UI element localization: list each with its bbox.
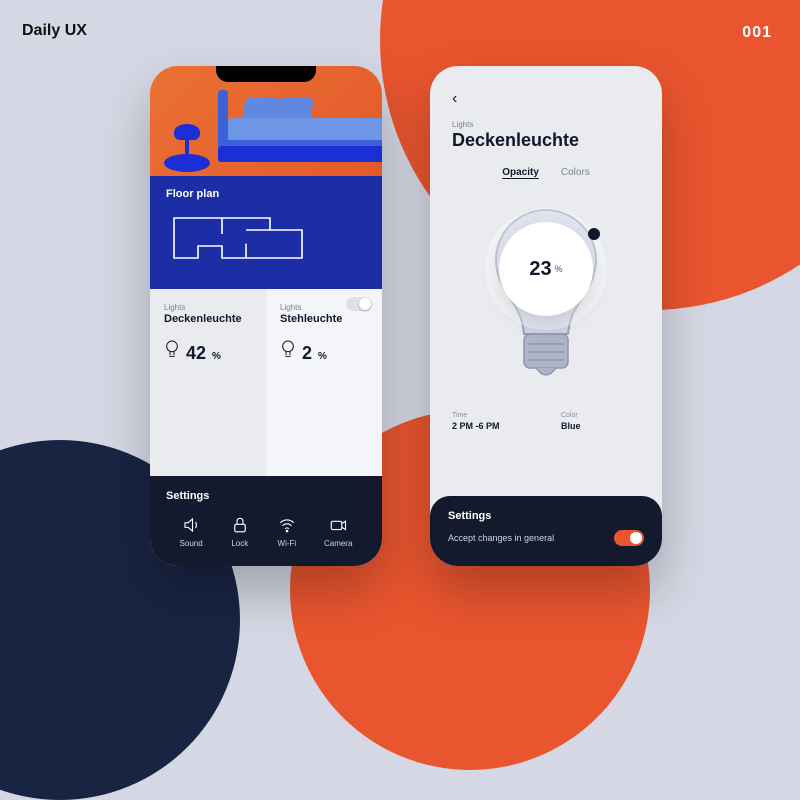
floorplan-section[interactable]: Floor plan — [150, 176, 382, 289]
phone-notch — [216, 66, 316, 82]
light-unit: % — [212, 351, 221, 362]
light-card-deckenleuchte[interactable]: Lights Deckenleuchte 42 % — [150, 289, 266, 476]
light-toggle[interactable] — [346, 297, 372, 311]
camera-icon — [328, 516, 348, 534]
floorplan-icon — [166, 208, 326, 268]
settings-item-lock[interactable]: Lock — [230, 516, 250, 548]
accept-label: Accept changes in general — [448, 533, 554, 543]
opacity-dial[interactable]: 23 % — [499, 222, 593, 316]
detail-title: Deckenleuchte — [452, 130, 640, 151]
settings-label: Settings — [448, 510, 644, 522]
phone-home: Floor plan Lights Deckenleuchte 42 % Lig… — [150, 66, 382, 566]
settings-item-camera[interactable]: Camera — [324, 516, 352, 548]
detail-settings-panel: Settings Accept changes in general — [430, 496, 662, 566]
settings-label: Settings — [166, 490, 366, 502]
settings-item-wifi[interactable]: Wi-Fi — [277, 516, 297, 548]
phone-detail: ‹ Lights Deckenleuchte Opacity Colors 23… — [430, 66, 662, 566]
tab-colors[interactable]: Colors — [561, 167, 590, 178]
light-value: 2 — [302, 343, 312, 364]
light-name: Stehleuchte — [280, 313, 368, 325]
detail-category: Lights — [452, 120, 640, 129]
bulb-icon — [164, 339, 180, 359]
detail-meta: Time 2 PM -6 PM Color Blue — [430, 412, 662, 445]
dial-knob[interactable] — [588, 228, 600, 240]
sound-icon — [181, 516, 201, 534]
light-name: Deckenleuchte — [164, 313, 252, 325]
opacity-dial-area: 23 % — [430, 182, 662, 412]
wifi-icon — [277, 516, 297, 534]
tab-opacity[interactable]: Opacity — [502, 167, 539, 178]
page-title: Daily UX — [22, 22, 87, 40]
settings-panel: Settings Sound Lock Wi-Fi Camera — [150, 476, 382, 566]
accept-toggle[interactable] — [614, 530, 644, 546]
light-unit: % — [318, 351, 327, 362]
settings-item-sound[interactable]: Sound — [180, 516, 203, 548]
light-category: Lights — [164, 303, 252, 312]
opacity-value: 23 — [529, 258, 551, 281]
meta-time[interactable]: Time 2 PM -6 PM — [452, 412, 531, 431]
bulb-icon — [280, 339, 296, 359]
light-card-stehleuchte[interactable]: Lights Stehleuchte 2 % — [266, 289, 382, 476]
light-cards: Lights Deckenleuchte 42 % Lights Stehleu… — [150, 289, 382, 476]
tabs: Opacity Colors — [452, 167, 640, 178]
light-value: 42 — [186, 343, 206, 364]
lock-icon — [230, 516, 250, 534]
page-number: 001 — [742, 24, 772, 42]
floorplan-label: Floor plan — [166, 188, 366, 200]
meta-color[interactable]: Color Blue — [561, 412, 640, 431]
back-button[interactable]: ‹ — [452, 90, 640, 108]
opacity-unit: % — [555, 264, 563, 274]
room-hero-image — [150, 66, 382, 176]
